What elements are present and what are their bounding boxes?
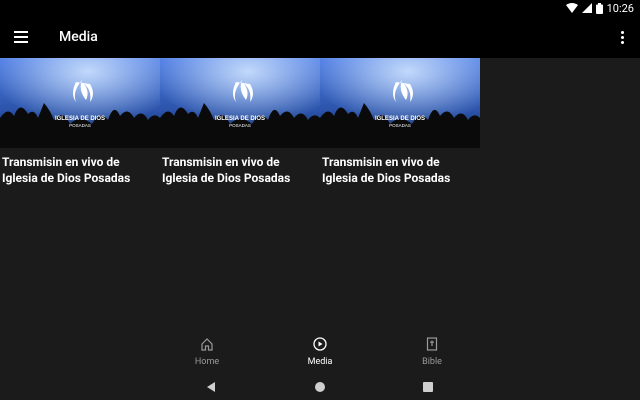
nav-media-label: Media xyxy=(307,357,333,367)
media-thumbnail: IGLESIA DE DIOS POSADAS xyxy=(320,58,480,148)
home-button-icon[interactable] xyxy=(314,378,326,397)
nav-home-label: Home xyxy=(194,357,220,367)
media-card[interactable]: IGLESIA DE DIOS POSADAS Transmisin en vi… xyxy=(160,58,320,198)
home-icon xyxy=(200,336,214,355)
media-card-title: Transmisin en vivo de Iglesia de Dios Po… xyxy=(162,155,291,185)
logo-text-line1: IGLESIA DE DIOS xyxy=(55,116,105,122)
nav-media[interactable]: Media xyxy=(280,336,360,367)
media-card-title: Transmisin en vivo de Iglesia de Dios Po… xyxy=(2,155,131,185)
media-thumbnail: IGLESIA DE DIOS POSADAS xyxy=(160,58,320,148)
nav-home[interactable]: Home xyxy=(167,336,247,367)
bottom-navigation: Home Media Bible xyxy=(0,330,640,370)
bible-icon xyxy=(425,336,439,355)
media-grid: IGLESIA DE DIOS POSADAS Transmisin en vi… xyxy=(0,58,480,208)
system-navigation-bar xyxy=(0,370,640,400)
back-icon[interactable] xyxy=(205,378,217,397)
page-title: Media xyxy=(59,29,98,45)
status-bar: 10:26 xyxy=(0,0,640,16)
media-card[interactable]: IGLESIA DE DIOS POSADAS Transmisin en vi… xyxy=(320,58,480,198)
media-thumbnail: IGLESIA DE DIOS POSADAS xyxy=(0,58,160,148)
app-bar: Media xyxy=(0,16,640,58)
media-card-title: Transmisin en vivo de Iglesia de Dios Po… xyxy=(322,155,451,185)
more-options-icon[interactable] xyxy=(618,28,626,46)
nav-bible-label: Bible xyxy=(422,357,442,367)
battery-icon xyxy=(595,2,603,14)
menu-icon[interactable] xyxy=(14,28,32,46)
signal-icon xyxy=(581,3,592,13)
wifi-icon xyxy=(565,3,578,13)
logo-text-line2: POSADAS xyxy=(389,123,411,128)
recents-icon[interactable] xyxy=(422,378,434,397)
media-card[interactable]: IGLESIA DE DIOS POSADAS Transmisin en vi… xyxy=(0,58,160,198)
logo-text-line1: IGLESIA DE DIOS xyxy=(375,116,425,122)
logo-text-line2: POSADAS xyxy=(69,123,91,128)
nav-bible[interactable]: Bible xyxy=(392,336,472,367)
play-circle-icon xyxy=(313,336,327,355)
logo-text-line2: POSADAS xyxy=(229,123,251,128)
status-time: 10:26 xyxy=(606,1,634,15)
logo-text-line1: IGLESIA DE DIOS xyxy=(215,116,265,122)
